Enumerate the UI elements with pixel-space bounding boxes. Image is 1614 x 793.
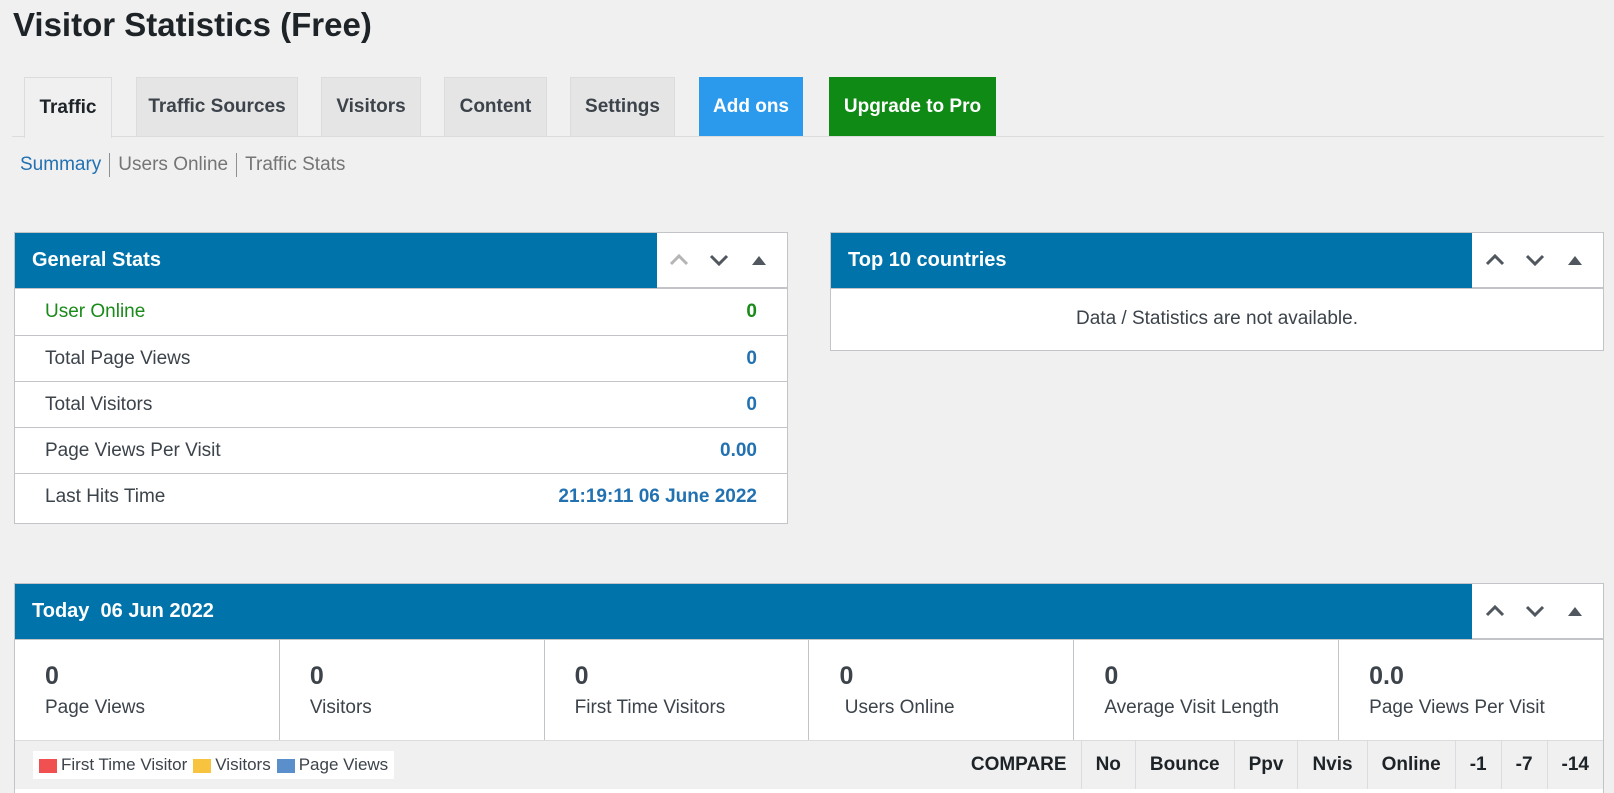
stat-value: 0.00 — [720, 439, 757, 461]
tab-settings[interactable]: Settings — [570, 77, 675, 136]
stat-card: 0.0 Page Views Per Visit — [1338, 640, 1603, 740]
panel-controls — [657, 233, 787, 288]
triangle-up-icon[interactable] — [1557, 593, 1593, 629]
stat-label: First Time Visitors — [574, 697, 726, 718]
chart-legend: First Time Visitor Visitors Page Views — [33, 751, 395, 779]
chevron-down-icon[interactable] — [701, 242, 737, 278]
stat-value: 0 — [746, 393, 757, 415]
stat-value: 0 — [839, 662, 854, 690]
panel-controls — [1472, 233, 1603, 288]
legend-label: First Time Visitor — [61, 755, 188, 774]
stat-value: 0 — [574, 662, 589, 690]
stat-label: Total Visitors — [45, 393, 153, 415]
stat-label: Page Views Per Visit — [1369, 697, 1545, 718]
legend-item[interactable]: Page Views — [276, 755, 389, 775]
panel-header: General Stats — [15, 233, 787, 288]
stat-value: 0 — [309, 662, 324, 690]
stat-label: Page Views Per Visit — [45, 439, 221, 461]
compare-online-button[interactable]: Online — [1366, 741, 1455, 789]
legend-label: Page Views — [298, 755, 389, 774]
chevron-down-icon[interactable] — [1517, 593, 1553, 629]
tab-content[interactable]: Content — [444, 77, 547, 136]
nav-tabs: Traffic Traffic Sources Visitors Content… — [12, 77, 1604, 138]
chevron-up-icon[interactable] — [661, 242, 697, 278]
legend-label: Visitors — [215, 755, 271, 774]
page-title: Visitor Statistics (Free) — [13, 6, 372, 43]
stat-label: Visitors — [309, 697, 372, 718]
subnav-traffic-stats[interactable]: Traffic Stats — [236, 153, 353, 177]
chevron-up-icon[interactable] — [1477, 593, 1513, 629]
compare-nvis-button[interactable]: Nvis — [1297, 741, 1366, 789]
compare-minus-14-button[interactable]: -14 — [1546, 741, 1603, 789]
compare-label: COMPARE — [970, 754, 1067, 775]
legend-swatch — [276, 758, 295, 773]
upgrade-to-pro-button[interactable]: Upgrade to Pro — [829, 77, 996, 136]
stat-label: Total Page Views — [45, 347, 191, 369]
legend-swatch — [193, 758, 212, 773]
list-item: Total Visitors 0 — [15, 381, 787, 427]
compare-no-button[interactable]: No — [1080, 741, 1135, 789]
panel-header: Today 06 Jun 2022 — [15, 584, 1603, 639]
stat-card: 0 Page Views — [15, 640, 279, 740]
stat-value: 0 — [746, 301, 757, 322]
stat-label: User Online — [45, 301, 146, 322]
stat-value: 0 — [45, 662, 59, 690]
stat-value: 0 — [1104, 662, 1119, 690]
stat-card: 0 Visitors — [278, 640, 544, 740]
stat-label: Last Hits Time — [45, 485, 166, 507]
stat-card: 0 Users Online — [808, 640, 1073, 740]
subnav-summary[interactable]: Summary — [20, 153, 109, 177]
list-item: User Online 0 — [15, 289, 787, 335]
triangle-up-icon[interactable] — [741, 242, 777, 278]
list-item: Last Hits Time 21:19:11 06 June 2022 — [15, 473, 787, 519]
stat-label: Users Online — [839, 697, 955, 718]
tab-traffic-sources[interactable]: Traffic Sources — [136, 77, 298, 136]
stat-label: Page Views — [45, 697, 145, 718]
panel-title: Today 06 Jun 2022 — [15, 584, 1472, 639]
panel-title: Top 10 countries — [831, 233, 1472, 288]
tab-add-ons[interactable]: Add ons — [699, 77, 803, 136]
legend-item[interactable]: Visitors — [193, 755, 271, 775]
stat-value: 0.0 — [1369, 662, 1404, 690]
legend-swatch — [39, 758, 57, 773]
tab-traffic[interactable]: Traffic — [24, 77, 112, 138]
stats-list: User Online 0 Total Page Views 0 Total V… — [15, 288, 787, 519]
list-item: Total Page Views 0 — [15, 335, 787, 381]
stat-card: 0 Average Visit Length — [1073, 640, 1338, 740]
today-stats: 0 Page Views 0 Visitors 0 First Time Vis… — [15, 639, 1603, 741]
stat-value: 0 — [746, 347, 757, 369]
top-countries-panel: Top 10 countries Data / Statistics are n… — [830, 232, 1604, 351]
empty-message: Data / Statistics are not available. — [831, 288, 1603, 348]
today-panel: Today 06 Jun 2022 0 Page Views 0 Visitor… — [14, 583, 1604, 793]
chevron-up-icon[interactable] — [1477, 242, 1513, 278]
tab-visitors[interactable]: Visitors — [321, 77, 421, 136]
compare-minus-7-button[interactable]: -7 — [1500, 741, 1547, 789]
compare-ppv-button[interactable]: Ppv — [1233, 741, 1298, 789]
stat-card: 0 First Time Visitors — [543, 640, 809, 740]
subnav-users-online[interactable]: Users Online — [109, 153, 236, 177]
panel-title: General Stats — [15, 233, 657, 288]
triangle-up-icon[interactable] — [1557, 242, 1593, 278]
general-stats-panel: General Stats User Online 0 Total Page V… — [14, 232, 788, 524]
chevron-down-icon[interactable] — [1517, 242, 1553, 278]
panel-controls — [1472, 584, 1603, 639]
compare-minus-1-button[interactable]: -1 — [1454, 741, 1501, 789]
compare-bar: COMPARE No Bounce Ppv Nvis Online -1 -7 … — [955, 741, 1603, 789]
panel-header: Top 10 countries — [831, 233, 1603, 288]
compare-bounce-button[interactable]: Bounce — [1134, 741, 1234, 789]
stat-label: Average Visit Length — [1104, 697, 1279, 718]
stat-value: 21:19:11 06 June 2022 — [558, 485, 757, 507]
chart-toolbar: First Time Visitor Visitors Page Views C… — [15, 741, 1603, 789]
legend-item[interactable]: First Time Visitor — [39, 755, 187, 775]
sub-navigation: Summary Users Online Traffic Stats — [20, 153, 353, 177]
list-item: Page Views Per Visit 0.00 — [15, 427, 787, 473]
